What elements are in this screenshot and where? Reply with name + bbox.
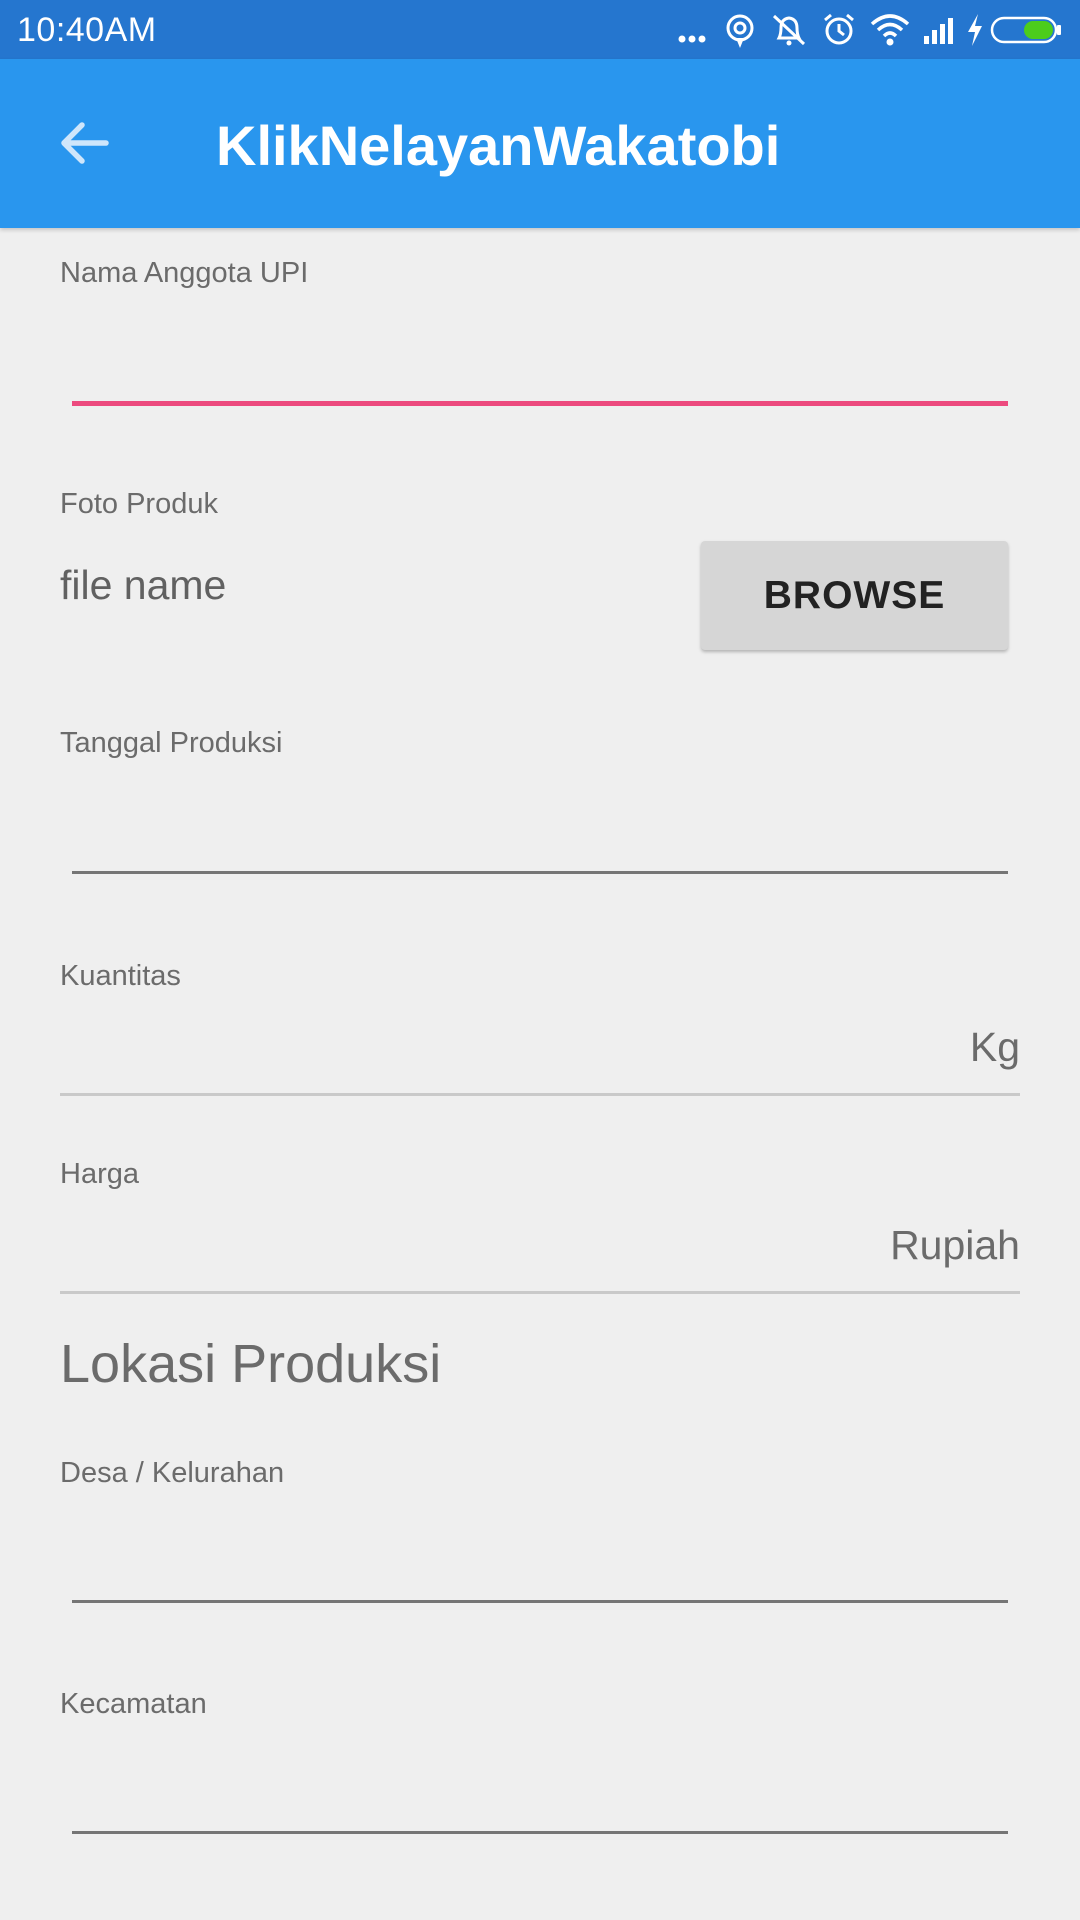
muted-bell-icon — [764, 8, 814, 52]
desa-underline — [72, 1600, 1008, 1603]
harga-unit: Rupiah — [890, 1222, 1020, 1268]
app-title: KlikNelayanWakatobi — [216, 114, 781, 177]
foto-produk-label: Foto Produk — [60, 488, 218, 520]
status-time: 10:40AM — [17, 11, 157, 49]
nama-anggota-underline — [72, 401, 1008, 406]
desa-input[interactable] — [60, 1500, 1020, 1610]
kuantitas-unit: Kg — [969, 1024, 1020, 1070]
kecamatan-underline — [72, 1831, 1008, 1834]
more-dots-icon — [672, 8, 716, 52]
tanggal-produksi-underline — [72, 871, 1008, 874]
back-button[interactable] — [48, 109, 120, 181]
lokasi-produksi-title: Lokasi Produksi — [60, 1334, 442, 1394]
kuantitas-underline — [60, 1093, 1020, 1096]
battery-icon — [988, 8, 1064, 52]
harga-underline — [60, 1291, 1020, 1294]
wifi-icon — [864, 8, 916, 52]
alarm-icon — [814, 8, 864, 52]
charging-icon — [962, 8, 988, 52]
signal-icon — [916, 8, 962, 52]
tanggal-produksi-input[interactable] — [60, 770, 1020, 880]
browse-button[interactable]: BROWSE — [701, 541, 1008, 650]
kecamatan-label: Kecamatan — [60, 1688, 207, 1720]
harga-input[interactable] — [60, 1198, 1020, 1290]
file-name-text: file name — [60, 562, 227, 608]
harga-label: Harga — [60, 1158, 139, 1190]
arrow-back-icon — [56, 115, 112, 176]
app-bar: KlikNelayanWakatobi — [0, 59, 1080, 228]
status-icons — [672, 8, 1064, 52]
kuantitas-input[interactable] — [60, 1000, 1020, 1092]
kecamatan-input[interactable] — [60, 1730, 1020, 1840]
desa-label: Desa / Kelurahan — [60, 1457, 285, 1489]
nama-anggota-input[interactable] — [60, 300, 1020, 410]
kuantitas-label: Kuantitas — [60, 960, 181, 992]
nama-anggota-label: Nama Anggota UPI — [60, 257, 309, 289]
hotspot-icon — [716, 8, 764, 52]
tanggal-produksi-label: Tanggal Produksi — [60, 727, 283, 759]
status-bar: 10:40AM — [0, 0, 1080, 59]
